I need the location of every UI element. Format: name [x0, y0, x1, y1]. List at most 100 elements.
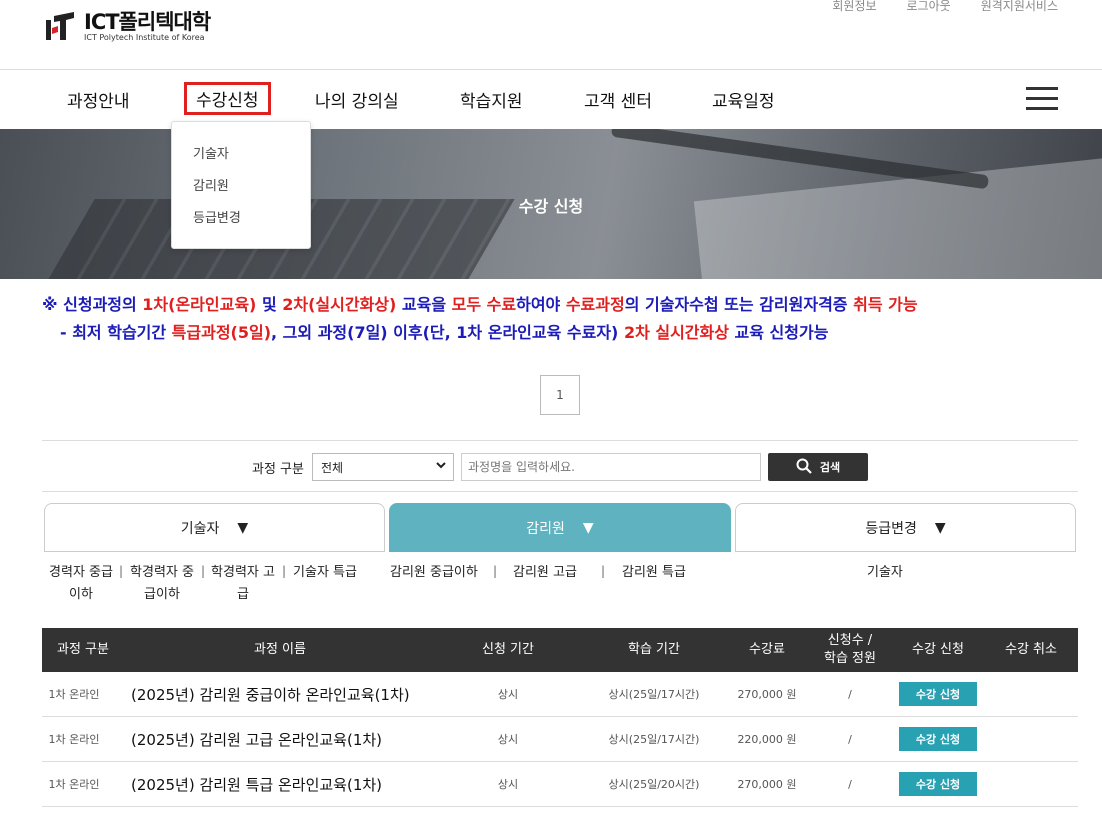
col-header-fee: 수강료: [749, 642, 785, 657]
utility-links: 회원정보 로그아웃 원격지원서비스: [832, 0, 1058, 14]
main-nav: 과정안내 수강신청 나의 강의실 학습지원 고객 센터 교육일정: [0, 71, 1102, 129]
subcat-supervisor-special[interactable]: 감리원 특급: [622, 562, 686, 584]
col-header-name: 과정 이름: [254, 642, 306, 657]
col-header-apply: 수강 신청: [912, 642, 964, 657]
tab-technician-label: 기술자: [180, 520, 220, 537]
row-count: /: [848, 687, 852, 701]
search-button[interactable]: 검색: [768, 453, 868, 481]
table-row: 1차 온라인 (2025년) 감리원 고급 온라인교육(1차) 상시 상시(25…: [42, 717, 1078, 762]
tab-supervisor[interactable]: 감리원 ▼: [389, 503, 731, 552]
notice-segment: 수료과정: [565, 295, 625, 314]
logo-subtitle: ICT Polytech Institute of Korea: [84, 33, 205, 42]
notice-segment: 특급과정(5일): [171, 323, 272, 342]
top-header: ICT폴리텍대학 ICT Polytech Institute of Korea…: [0, 0, 1102, 70]
notice-segment: 의 기술자수첩 또는 감리원자격증: [624, 295, 854, 314]
notice-segment: 하여야: [516, 295, 566, 314]
row-count: /: [848, 732, 852, 746]
row-type: 1차 온라인: [48, 778, 100, 791]
apply-button[interactable]: 수강 신청: [899, 727, 977, 751]
apply-button[interactable]: 수강 신청: [899, 682, 977, 706]
logo-title: ICT폴리텍대학: [84, 10, 211, 34]
dropdown-item-grade-change[interactable]: 등급변경: [193, 207, 241, 226]
logout-link[interactable]: 로그아웃: [907, 0, 951, 14]
row-fee: 220,000 원: [737, 733, 797, 746]
triangle-down-icon: ▼: [934, 519, 946, 536]
dropdown-item-technician[interactable]: 기술자: [193, 143, 229, 162]
subcat-supervisor-mid[interactable]: 감리원 중급이하: [390, 562, 478, 584]
notice-segment: 교육 신청가능: [728, 323, 829, 342]
hamburger-menu-icon[interactable]: [1026, 87, 1058, 111]
nav-course-guide[interactable]: 과정안내: [67, 87, 130, 112]
notice-segment: , 그외 과정(7일) 이후(단, 1차 온라인교육 수료자): [271, 323, 624, 342]
course-table-header: 과정 구분 과정 이름 신청 기간 학습 기간 수강료 신청수 / 학습 정원 …: [42, 628, 1078, 672]
notice-segment: 1차(온라인교육): [142, 295, 257, 314]
notice-segment: ※ 신청과정의: [42, 295, 143, 314]
table-row: 1차 온라인 (2025년) 감리원 중급이하 온라인교육(1차) 상시 상시(…: [42, 672, 1078, 717]
col-header-cancel: 수강 취소: [1005, 642, 1057, 657]
separator: |: [119, 564, 124, 578]
row-study-period: 상시(25일/17시간): [608, 688, 700, 701]
table-row: 1차 온라인 (2025년) 감리원 특급 온라인교육(1차) 상시 상시(25…: [42, 762, 1078, 807]
separator: |: [601, 564, 606, 578]
row-course-name[interactable]: (2025년) 감리원 특급 온라인교육(1차): [131, 762, 461, 806]
course-search-input[interactable]: [461, 453, 761, 481]
subcat-academic-high[interactable]: 학경력자 고 급: [206, 562, 280, 606]
page-banner: 수강 신청: [0, 129, 1102, 279]
page-title: 수강 신청: [518, 197, 584, 216]
row-apply-period: 상시: [497, 778, 519, 791]
row-count: /: [848, 777, 852, 791]
subcat-supervisor-high[interactable]: 감리원 고급: [513, 562, 577, 584]
col-header-type: 과정 구분: [57, 642, 109, 657]
notice-segment: 2차 실시간화상: [623, 323, 729, 342]
row-apply-period: 상시: [497, 733, 519, 746]
subcat-career-mid[interactable]: 경력자 중급 이하: [44, 562, 118, 606]
search-category-label: 과정 구분: [252, 462, 304, 477]
notice-line-2: - 최저 학습기간 특급과정(5일), 그외 과정(7일) 이후(단, 1차 온…: [42, 319, 918, 347]
row-course-name[interactable]: (2025년) 감리원 고급 온라인교육(1차): [131, 717, 461, 761]
row-apply-period: 상시: [497, 688, 519, 701]
search-icon: [796, 458, 812, 477]
apply-button[interactable]: 수강 신청: [899, 772, 977, 796]
row-study-period: 상시(25일/17시간): [608, 733, 700, 746]
separator: |: [493, 564, 498, 578]
row-course-name[interactable]: (2025년) 감리원 중급이하 온라인교육(1차): [131, 672, 461, 716]
nav-my-classroom[interactable]: 나의 강의실: [315, 87, 399, 112]
pagination-page-1[interactable]: 1: [540, 375, 580, 415]
subcat-academic-mid[interactable]: 학경력자 중 급이하: [124, 562, 200, 606]
tab-supervisor-label: 감리원: [526, 520, 565, 537]
col-header-count: 신청수 / 학습 정원: [824, 633, 876, 666]
member-info-link[interactable]: 회원정보: [832, 0, 876, 14]
subcat-tech-special[interactable]: 기술자 특급: [288, 562, 362, 584]
notice-text: ※ 신청과정의 1차(온라인교육) 및 2차(실시간화상) 교육을 모두 수료하…: [42, 291, 918, 347]
tab-technician[interactable]: 기술자 ▼: [44, 503, 385, 552]
notice-line-1: ※ 신청과정의 1차(온라인교육) 및 2차(실시간화상) 교육을 모두 수료하…: [42, 291, 918, 319]
tab-grade-change-label: 등급변경: [865, 520, 917, 537]
row-fee: 270,000 원: [737, 688, 797, 701]
nav-customer-center[interactable]: 고객 센터: [584, 87, 652, 112]
logo-icon: [44, 10, 78, 44]
nav-learning-support[interactable]: 학습지원: [460, 87, 523, 112]
nav-schedule[interactable]: 교육일정: [712, 87, 775, 112]
search-bar: 과정 구분 전체 검색: [42, 440, 1078, 492]
enrollment-dropdown: 기술자 감리원 등급변경: [171, 121, 311, 249]
row-type: 1차 온라인: [48, 688, 100, 701]
search-button-label: 검색: [819, 461, 841, 474]
logo[interactable]: ICT폴리텍대학 ICT Polytech Institute of Korea: [44, 10, 211, 44]
col-header-apply-period: 신청 기간: [482, 642, 534, 657]
notice-segment: 교육을: [396, 295, 452, 314]
category-select[interactable]: 전체: [312, 453, 454, 481]
separator: |: [282, 564, 287, 578]
separator: |: [201, 564, 206, 578]
dropdown-item-supervisor[interactable]: 감리원: [193, 175, 229, 194]
tab-grade-change[interactable]: 등급변경 ▼: [735, 503, 1076, 552]
notice-segment: 2차(실시간화상): [282, 295, 397, 314]
nav-enrollment[interactable]: 수강신청: [184, 82, 271, 115]
notice-segment: 모두 수료: [451, 295, 517, 314]
row-fee: 270,000 원: [737, 778, 797, 791]
remote-support-link[interactable]: 원격지원서비스: [981, 0, 1058, 14]
notice-segment: - 최저 학습기간: [60, 323, 172, 342]
subcat-grade-technician[interactable]: 기술자: [867, 562, 903, 584]
notice-segment: 및: [256, 295, 283, 314]
triangle-down-icon: ▼: [237, 519, 249, 536]
chevron-down-icon: [435, 459, 447, 474]
